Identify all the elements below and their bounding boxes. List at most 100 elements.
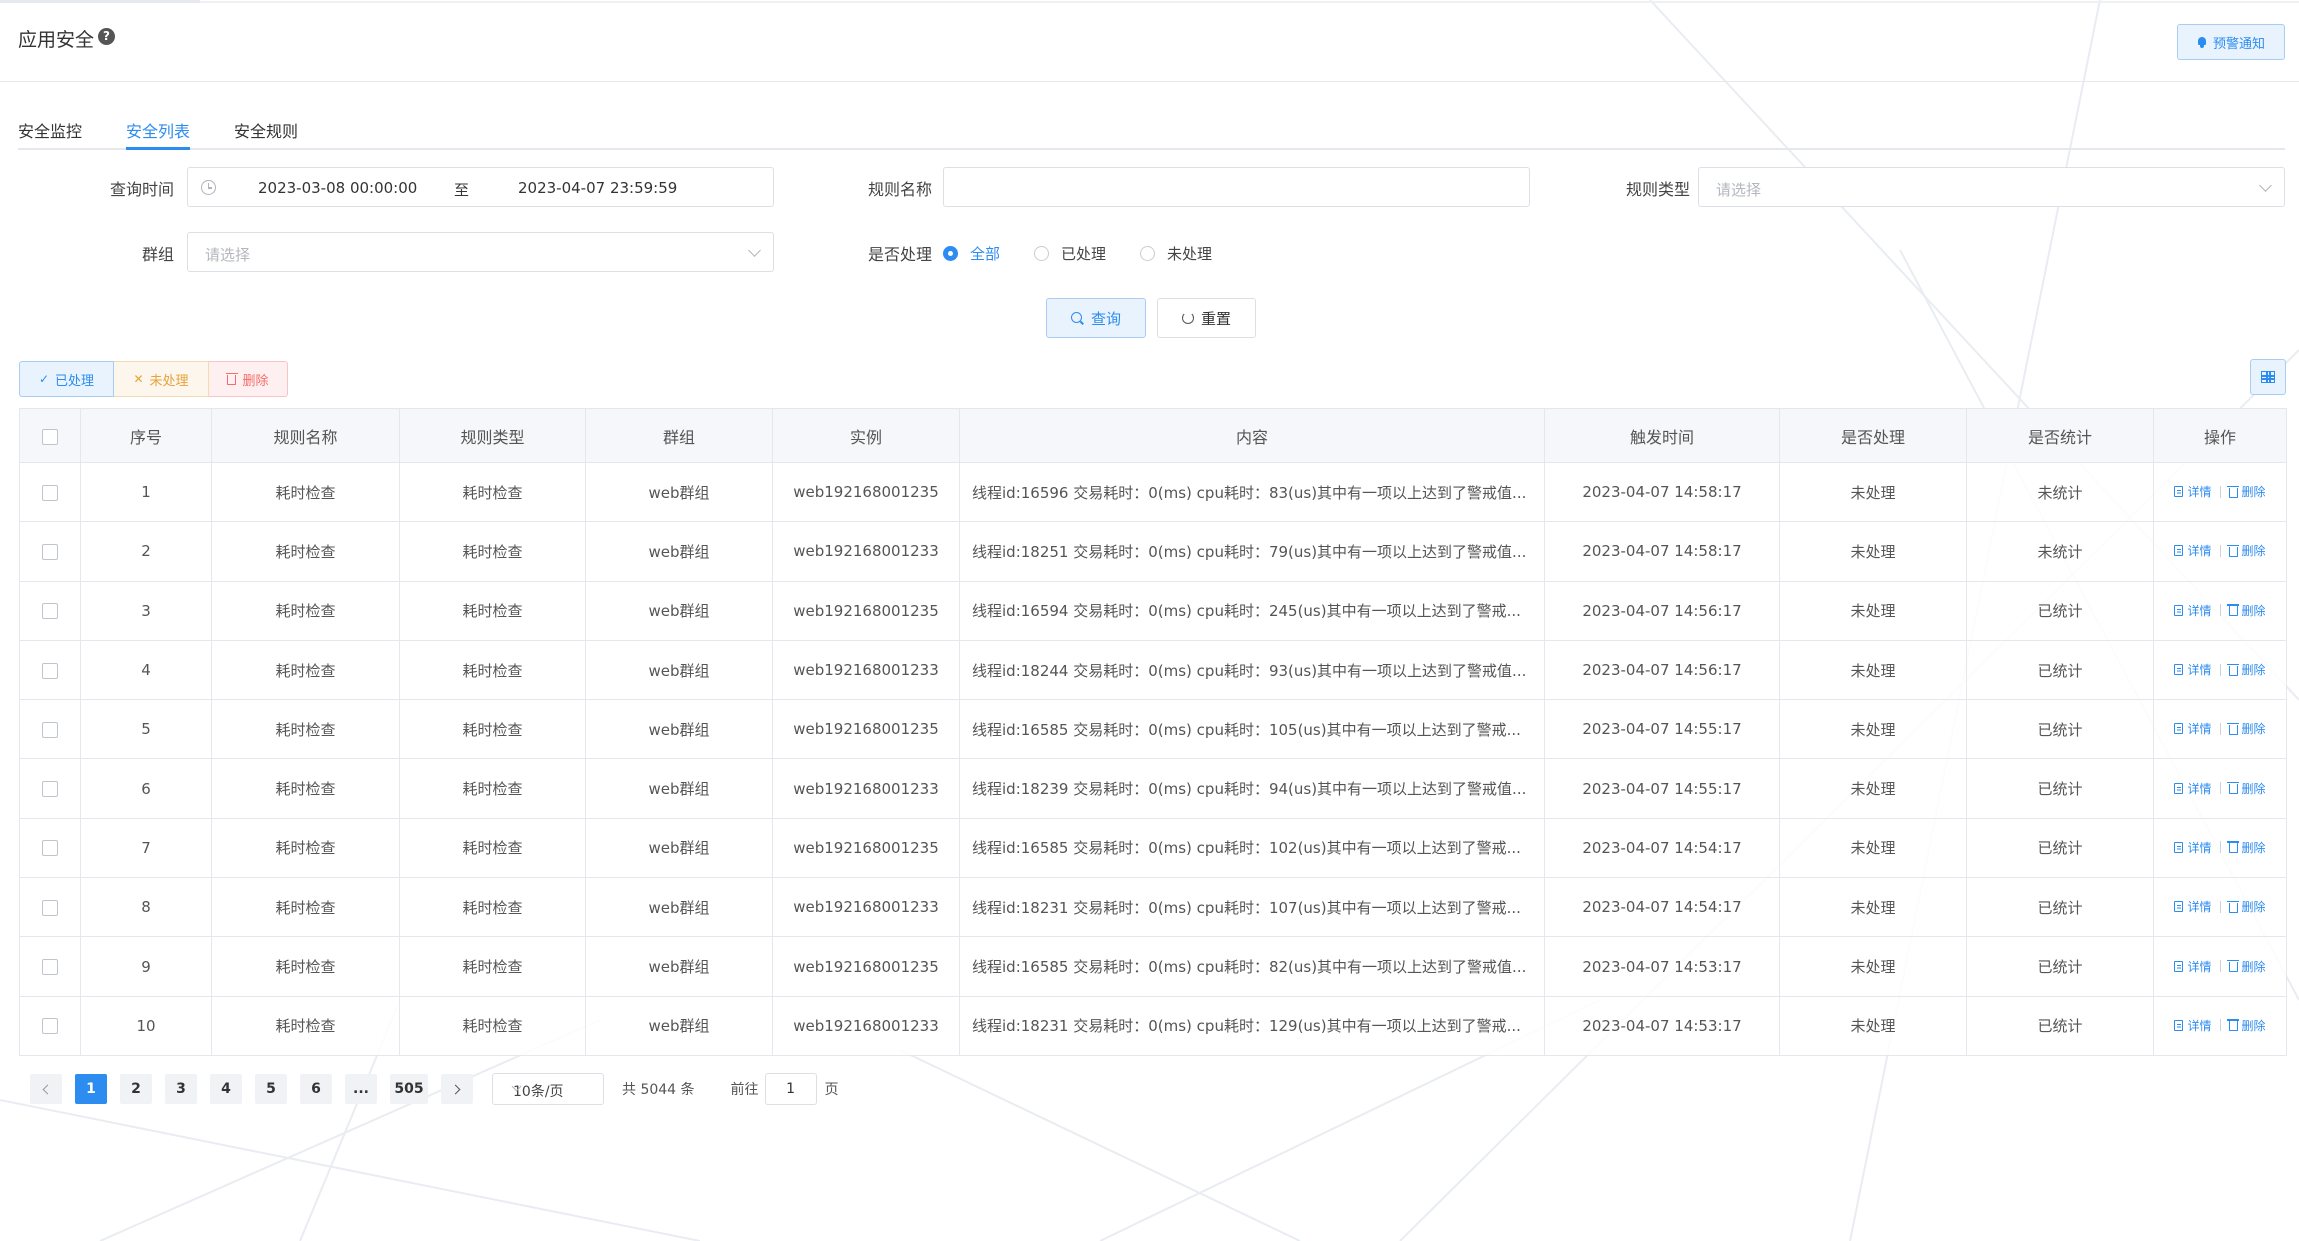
divider bbox=[2219, 663, 2221, 676]
tab-security-monitor[interactable]: 安全监控 bbox=[18, 118, 82, 142]
rule-type-select[interactable]: 请选择 bbox=[1698, 167, 2285, 207]
reset-button[interactable]: 重置 bbox=[1157, 298, 1256, 338]
detail-button[interactable]: 详情 bbox=[2174, 898, 2212, 915]
page-505[interactable]: 505 bbox=[390, 1074, 428, 1104]
delete-button[interactable]: 删除 bbox=[2227, 720, 2266, 737]
row-select-cell bbox=[19, 758, 81, 819]
document-icon bbox=[2174, 1019, 2184, 1031]
detail-button[interactable]: 详情 bbox=[2174, 542, 2212, 559]
detail-button[interactable]: 详情 bbox=[2174, 661, 2212, 678]
counted-cell: 未统计 bbox=[1966, 521, 2154, 582]
processed-cell: 未处理 bbox=[1779, 639, 1967, 701]
detail-button[interactable]: 详情 bbox=[2174, 958, 2212, 975]
delete-button[interactable]: 删除 bbox=[2227, 483, 2266, 500]
delete-button[interactable]: 删除 bbox=[2227, 661, 2266, 678]
row-checkbox[interactable] bbox=[42, 781, 58, 798]
radio-all-label: 全部 bbox=[970, 244, 1001, 263]
rule-name-input[interactable] bbox=[943, 167, 1530, 207]
date-end[interactable]: 2023-04-07 23:59:59 bbox=[518, 179, 677, 197]
delete-button[interactable]: 删除 bbox=[2227, 958, 2266, 975]
row-checkbox[interactable] bbox=[42, 721, 58, 738]
group-cell: web群组 bbox=[585, 580, 773, 641]
rule-type-cell: 耗时检查 bbox=[399, 936, 586, 997]
delete-label: 删除 bbox=[2241, 840, 2266, 855]
delete-button[interactable]: 删除 bbox=[2227, 898, 2266, 915]
page-4[interactable]: 4 bbox=[210, 1074, 242, 1104]
row-checkbox[interactable] bbox=[42, 543, 58, 560]
trash-icon bbox=[2227, 900, 2239, 913]
group-placeholder: 请选择 bbox=[205, 246, 251, 264]
question-circle-icon[interactable]: ? bbox=[98, 28, 115, 45]
delete-button[interactable]: 删除 bbox=[2227, 602, 2266, 619]
query-button[interactable]: 查询 bbox=[1046, 298, 1146, 338]
detail-label: 详情 bbox=[2187, 603, 2212, 618]
group-select[interactable]: 请选择 bbox=[187, 232, 774, 272]
radio-processed[interactable]: 已处理 bbox=[1034, 243, 1106, 264]
bulk-delete-button[interactable]: 删除 bbox=[209, 361, 288, 397]
row-checkbox[interactable] bbox=[42, 959, 58, 976]
page-header: 应用安全 ? 预警通知 bbox=[0, 0, 2299, 82]
row-checkbox[interactable] bbox=[42, 603, 58, 620]
radio-all[interactable]: 全部 bbox=[943, 243, 1000, 264]
content-cell: 线程id:16585 交易耗时：0(ms) cpu耗时：82(us)其中有一项以… bbox=[959, 936, 1545, 997]
radio-dot bbox=[1034, 245, 1050, 261]
tab-security-rules[interactable]: 安全规则 bbox=[234, 118, 298, 142]
column-settings-button[interactable] bbox=[2250, 359, 2286, 395]
tab-bar: 安全监控 安全列表 安全规则 bbox=[18, 104, 2285, 150]
processed-cell: 未处理 bbox=[1779, 580, 1967, 641]
date-range-picker[interactable]: 2023-03-08 00:00:00 至 2023-04-07 23:59:5… bbox=[187, 167, 774, 207]
group-cell: web群组 bbox=[585, 521, 773, 582]
document-icon bbox=[2174, 604, 2184, 616]
page-1[interactable]: 1 bbox=[75, 1074, 107, 1104]
detail-button[interactable]: 详情 bbox=[2174, 839, 2212, 856]
detail-button[interactable]: 详情 bbox=[2174, 1017, 2212, 1034]
document-icon bbox=[2174, 841, 2184, 853]
content-cell: 线程id:18251 交易耗时：0(ms) cpu耗时：79(us)其中有一项以… bbox=[959, 521, 1545, 582]
column-header: 规则类型 bbox=[399, 408, 586, 463]
row-select-cell bbox=[19, 817, 81, 879]
rule-name-cell: 耗时检查 bbox=[211, 758, 400, 819]
select-all-checkbox[interactable] bbox=[42, 428, 58, 445]
alert-notification-button[interactable]: 预警通知 bbox=[2177, 24, 2285, 60]
page-ellipsis[interactable]: ... bbox=[345, 1074, 377, 1104]
processed-cell: 未处理 bbox=[1779, 758, 1967, 819]
alert-notification-label: 预警通知 bbox=[2212, 36, 2265, 52]
mark-processed-button[interactable]: ✓ 已处理 bbox=[19, 361, 114, 397]
page-3[interactable]: 3 bbox=[165, 1074, 197, 1104]
date-start[interactable]: 2023-03-08 00:00:00 bbox=[258, 179, 417, 197]
reset-button-label: 重置 bbox=[1200, 309, 1231, 328]
goto-page-input[interactable]: 1 bbox=[764, 1073, 817, 1105]
rule-name-cell: 耗时检查 bbox=[211, 699, 400, 760]
detail-button[interactable]: 详情 bbox=[2174, 483, 2212, 500]
trigger-time-cell: 2023-04-07 14:54:17 bbox=[1544, 877, 1780, 938]
row-checkbox[interactable] bbox=[42, 899, 58, 916]
page-5[interactable]: 5 bbox=[255, 1074, 287, 1104]
row-checkbox[interactable] bbox=[42, 484, 58, 501]
detail-button[interactable]: 详情 bbox=[2174, 780, 2212, 797]
tab-security-list[interactable]: 安全列表 bbox=[126, 118, 190, 142]
next-page-button[interactable] bbox=[441, 1074, 473, 1104]
delete-button[interactable]: 删除 bbox=[2227, 1017, 2266, 1034]
delete-button[interactable]: 删除 bbox=[2227, 839, 2266, 856]
detail-button[interactable]: 详情 bbox=[2174, 602, 2212, 619]
document-icon bbox=[2174, 782, 2184, 794]
delete-button[interactable]: 删除 bbox=[2227, 780, 2266, 797]
group-label: 群组 bbox=[141, 245, 174, 264]
chevron-left-icon bbox=[42, 1084, 53, 1094]
mark-unprocessed-button[interactable]: ✕ 未处理 bbox=[114, 361, 209, 397]
delete-button[interactable]: 删除 bbox=[2227, 542, 2266, 559]
trigger-time-cell: 2023-04-07 14:58:17 bbox=[1544, 521, 1780, 582]
row-checkbox[interactable] bbox=[42, 662, 58, 679]
page-size-select[interactable]: 10条/页 bbox=[492, 1073, 604, 1105]
counted-cell: 已统计 bbox=[1966, 877, 2154, 938]
processed-cell: 未处理 bbox=[1779, 936, 1967, 997]
page-2[interactable]: 2 bbox=[120, 1074, 152, 1104]
detail-label: 详情 bbox=[2187, 485, 2212, 500]
page-6[interactable]: 6 bbox=[300, 1074, 332, 1104]
row-checkbox[interactable] bbox=[42, 1018, 58, 1035]
page-suffix: 页 bbox=[824, 1082, 839, 1098]
row-checkbox[interactable] bbox=[42, 840, 58, 857]
radio-unprocessed[interactable]: 未处理 bbox=[1140, 243, 1212, 264]
detail-button[interactable]: 详情 bbox=[2174, 720, 2212, 737]
prev-page-button[interactable] bbox=[30, 1074, 62, 1104]
